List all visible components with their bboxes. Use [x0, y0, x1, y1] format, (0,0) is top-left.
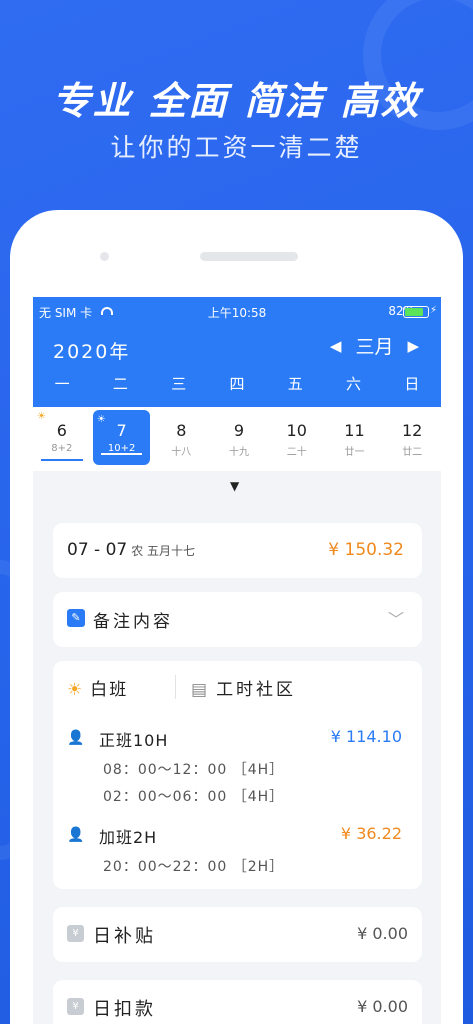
shift-card: ☀ 白班 ▤ 工时社区 👤 正班10H ¥ 114.10 08：00～12：00 ［… — [53, 661, 422, 889]
speaker — [200, 252, 298, 261]
time-range: 02：00～06：00 ［4H］ — [103, 789, 285, 805]
weekday: 五 — [287, 375, 303, 393]
note-label: 备注内容 — [93, 612, 173, 632]
allowance-icon: ¥ — [67, 925, 84, 942]
sun-icon: ☀ — [67, 680, 85, 700]
person-icon: 👤 — [67, 730, 85, 746]
chevron-down-icon[interactable]: ﹀ — [388, 606, 404, 630]
summary-date: 07 - 07 农 五月十七 — [67, 540, 196, 560]
overtime-amount: ¥ 36.22 — [340, 824, 402, 843]
tab-day-shift[interactable]: ☀ 白班 — [67, 675, 128, 700]
day-cell[interactable]: ☀ 6 8+2 — [33, 407, 91, 471]
day-number: 8 — [176, 421, 187, 440]
day-sub: 二十 — [286, 447, 307, 458]
weekday-row: 一 二 三 四 五 六 日 — [33, 373, 441, 394]
battery-icon — [403, 306, 429, 318]
day-sub: 十八 — [171, 447, 192, 458]
note-icon: ✎ — [67, 609, 85, 627]
time-range: 08：00～12：00 ［4H］ — [103, 762, 285, 778]
weekday: 二 — [112, 375, 128, 393]
charging-icon: ⚡ — [429, 305, 437, 316]
deduction-amount: ¥ 0.00 — [357, 997, 408, 1016]
status-bar: 无 SIM 卡 上午10:58 82% ⚡ — [33, 301, 441, 321]
slogan: 专业 全面 简洁 高效 — [0, 70, 473, 125]
app-screen: 无 SIM 卡 上午10:58 82% ⚡ 2020年 ◀ 三月 ▶ 一 二 三… — [33, 297, 441, 1024]
status-time: 上午10:58 — [207, 306, 267, 320]
year-label[interactable]: 2020年 — [53, 337, 130, 364]
overtime-label: 加班2H — [99, 828, 158, 847]
day-sub: 廿二 — [402, 447, 423, 458]
allowance-card[interactable]: ¥ 日补贴 ¥ 0.00 — [53, 907, 422, 962]
time-range: 20：00～22：00 ［2H］ — [103, 859, 285, 875]
camera-dot — [100, 252, 109, 261]
day-number: 9 — [233, 421, 245, 440]
subtitle: 让你的工资一清二楚 — [110, 133, 363, 162]
person-clock-icon: 👤 — [67, 827, 85, 843]
sun-icon: ☀ — [96, 414, 106, 425]
date-summary-card: 07 - 07 农 五月十七 ¥ 150.32 — [53, 523, 422, 578]
sun-icon: ☀ — [37, 411, 46, 422]
deduction-card[interactable]: ¥ 日扣款 ¥ 0.00 — [53, 980, 422, 1024]
weekday: 日 — [404, 375, 420, 393]
slogan-word: 简洁 — [244, 79, 325, 123]
weekday: 一 — [54, 375, 70, 393]
allowance-label: 日补贴 — [93, 926, 156, 947]
work-indicator — [100, 453, 143, 455]
day-cell[interactable]: 8 十八 — [152, 407, 210, 471]
note-card[interactable]: ✎ 备注内容 ﹀ — [53, 592, 422, 647]
work-indicator — [41, 459, 83, 461]
day-number: 11 — [344, 421, 365, 440]
day-cell-selected[interactable]: ☀ 7 10+2 — [92, 410, 151, 465]
tab-community[interactable]: ▤ 工时社区 — [191, 675, 296, 700]
next-month-icon[interactable]: ▶ — [407, 337, 419, 355]
week-days: ☀ 6 8+2 ☀ 7 10+2 8 十八 9 十九 10 二十 11 廿一 1… — [33, 407, 441, 471]
weekday: 三 — [171, 375, 187, 393]
month-nav: ◀ 三月 ▶ — [330, 332, 419, 359]
background: 专业 全面 简洁 高效 让你的工资一清二楚 无 SIM 卡 上午10:58 82% ⚡… — [0, 0, 473, 1024]
day-sub: 廿一 — [344, 447, 365, 458]
day-cell[interactable]: 12 廿二 — [383, 407, 441, 471]
chat-icon: ▤ — [191, 680, 211, 700]
regular-shift-label: 正班10H — [99, 731, 169, 750]
regular-amount: ¥ 114.10 — [330, 727, 402, 746]
expand-calendar-icon[interactable]: ▼ — [230, 479, 239, 493]
day-number: 6 — [56, 421, 67, 440]
slogan-word: 高效 — [340, 79, 421, 123]
prev-month-icon[interactable]: ◀ — [330, 337, 342, 355]
day-sub: 十九 — [229, 447, 250, 458]
day-cell[interactable]: 11 廿一 — [326, 407, 384, 471]
month-label[interactable]: 三月 — [355, 332, 393, 359]
weekday: 四 — [229, 375, 245, 393]
day-number: 12 — [401, 421, 423, 440]
slogan-word: 专业 — [52, 79, 133, 123]
daily-total: ¥ 150.32 — [328, 540, 404, 560]
day-sub: 8+2 — [51, 443, 73, 454]
slogan-word: 全面 — [148, 79, 229, 123]
divider — [175, 675, 176, 699]
day-cell[interactable]: 10 二十 — [268, 407, 326, 471]
weekday: 六 — [346, 375, 362, 393]
lunar-date: 农 五月十七 — [131, 544, 196, 558]
day-cell[interactable]: 9 十九 — [210, 407, 268, 471]
deduction-label: 日扣款 — [93, 999, 156, 1020]
deduction-icon: ¥ — [67, 998, 84, 1015]
calendar-header: 无 SIM 卡 上午10:58 82% ⚡ 2020年 ◀ 三月 ▶ 一 二 三… — [33, 297, 441, 407]
day-number: 10 — [286, 421, 307, 440]
allowance-amount: ¥ 0.00 — [357, 924, 408, 943]
